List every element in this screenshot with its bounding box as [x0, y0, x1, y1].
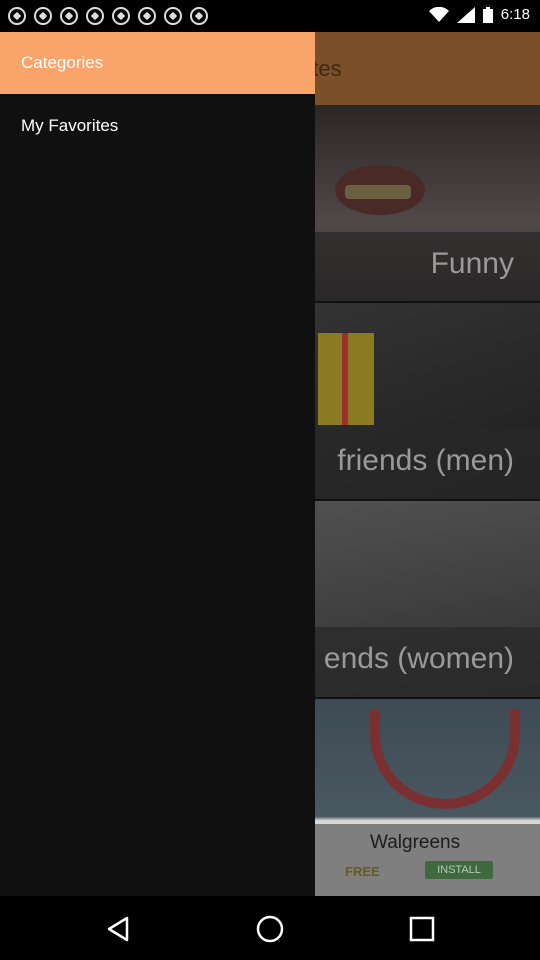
- ad-banner[interactable]: Walgreens FREE INSTALL: [315, 824, 540, 896]
- category-image: [370, 709, 520, 809]
- category-image-detail: [345, 185, 411, 199]
- ad-name: Walgreens: [370, 832, 461, 853]
- drawer-title: Categories: [21, 53, 104, 72]
- ad-price: FREE: [345, 864, 380, 879]
- drawer-item-my-favorites[interactable]: My Favorites: [0, 94, 315, 156]
- back-icon[interactable]: [103, 914, 133, 944]
- recents-icon[interactable]: [407, 914, 437, 944]
- category-label: ends (women): [323, 642, 514, 675]
- soccer-ball-icon: [164, 7, 182, 25]
- drawer-header[interactable]: Categories: [0, 32, 315, 94]
- soccer-ball-icon: [8, 7, 26, 25]
- soccer-ball-icon: [86, 7, 104, 25]
- battery-icon: [482, 6, 493, 23]
- status-bar: 6:18: [0, 0, 540, 32]
- signal-icon: [456, 6, 475, 23]
- navigation-bar: [0, 896, 540, 960]
- status-time: 6:18: [500, 6, 530, 23]
- soccer-ball-icon: [60, 7, 78, 25]
- category-image: [318, 333, 374, 425]
- soccer-ball-icon: [190, 7, 208, 25]
- soccer-ball-icon: [112, 7, 130, 25]
- soccer-ball-icon: [138, 7, 156, 25]
- category-label: Funny: [430, 247, 514, 280]
- ad-install-button[interactable]: INSTALL: [425, 861, 493, 879]
- category-label: friends (men): [337, 444, 514, 477]
- drawer-item-label: My Favorites: [21, 116, 119, 135]
- home-icon[interactable]: [255, 914, 285, 944]
- notification-icons: [8, 7, 208, 25]
- navigation-drawer: Categories My Favorites: [0, 32, 315, 896]
- wifi-icon: [428, 6, 449, 22]
- soccer-ball-icon: [34, 7, 52, 25]
